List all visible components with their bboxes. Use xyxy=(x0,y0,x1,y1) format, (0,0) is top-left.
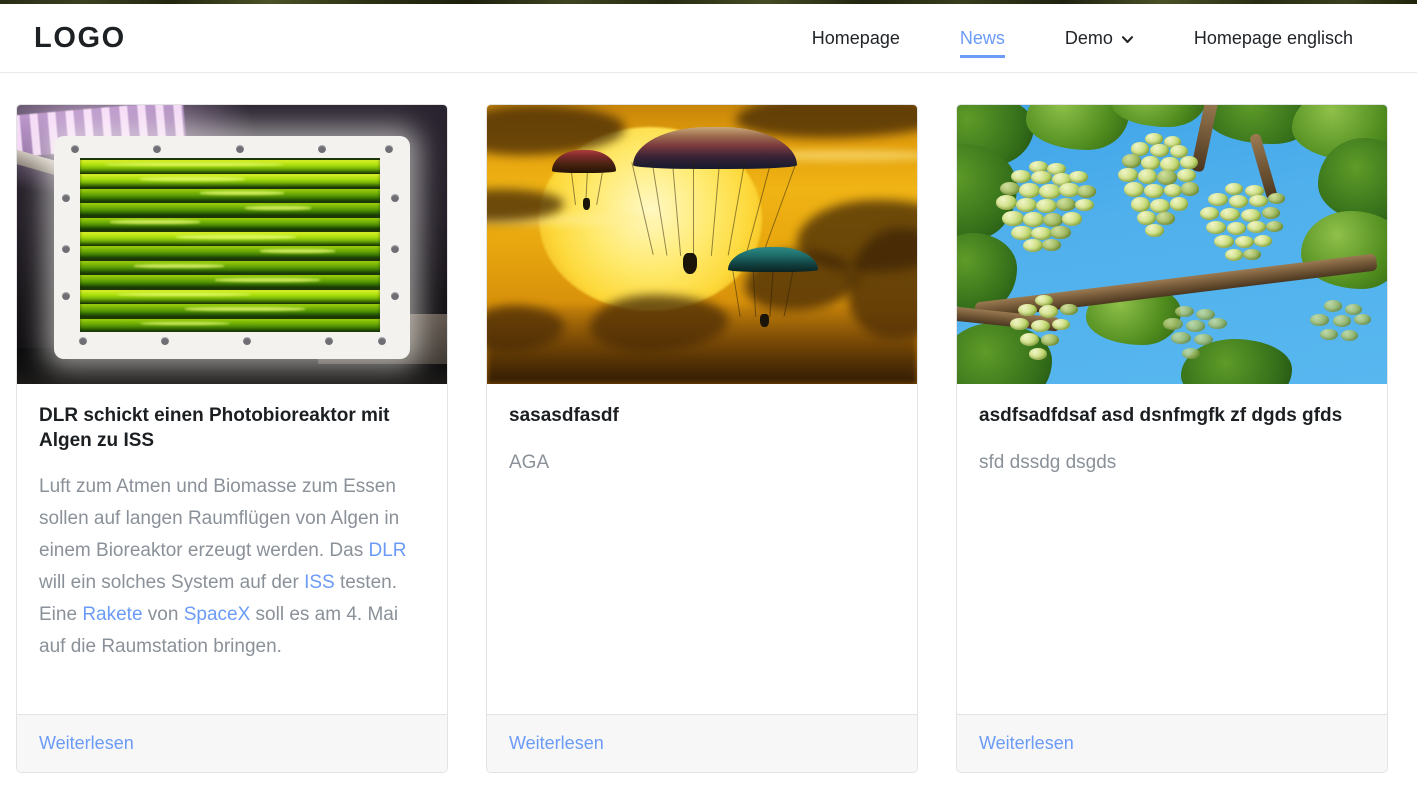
card-body: asdfsadfdsaf asd dsnfmgfk zf dgds gfds s… xyxy=(957,384,1387,714)
card-text: Luft zum Atmen und Biomasse zum Essen so… xyxy=(39,476,407,657)
nav-item-demo[interactable]: Demo xyxy=(1035,22,1164,55)
card-footer: Weiterlesen xyxy=(17,714,447,772)
paragliders-at-sunset-photo xyxy=(487,105,917,384)
active-nav-underline xyxy=(959,54,1005,58)
nav-item-news[interactable]: News xyxy=(930,22,1035,58)
nav-item-homepage-englisch[interactable]: Homepage englisch xyxy=(1164,22,1383,55)
grape-cluster xyxy=(995,160,1108,273)
inline-link[interactable]: ISS xyxy=(304,572,335,593)
nav-item-homepage[interactable]: Homepage xyxy=(782,22,930,55)
grape-cluster xyxy=(1198,183,1301,283)
scrolled-image-sliver xyxy=(0,0,1417,4)
news-card[interactable]: DLR schickt einen Photobioreaktor mit Al… xyxy=(16,104,448,773)
card-title: sasasdfasdf xyxy=(509,405,619,426)
inline-link[interactable]: DLR xyxy=(369,540,407,561)
card-body: sasasdfasdf AGA xyxy=(487,384,917,714)
cloud-ground-layer xyxy=(487,305,917,384)
main-navigation: Homepage News Demo Homepage englisch xyxy=(782,22,1383,58)
card-body: DLR schickt einen Photobioreaktor mit Al… xyxy=(17,384,447,714)
card-title: DLR schickt einen Photobioreaktor mit Al… xyxy=(39,405,390,451)
news-card[interactable]: asdfsadfdsaf asd dsnfmgfk zf dgds gfds s… xyxy=(956,104,1388,773)
read-more-link[interactable]: Weiterlesen xyxy=(509,733,604,753)
chevron-down-icon xyxy=(1121,33,1134,46)
card-title: asdfsadfdsaf asd dsnfmgfk zf dgds gfds xyxy=(979,405,1343,426)
nav-item-label: Demo xyxy=(1064,27,1113,48)
card-footer: Weiterlesen xyxy=(957,714,1387,772)
reactor-panel xyxy=(53,135,411,359)
nav-item-label: Homepage englisch xyxy=(1193,27,1353,48)
grape-cluster xyxy=(1301,300,1387,384)
card-footer: Weiterlesen xyxy=(487,714,917,772)
card-text: AGA xyxy=(509,451,550,473)
inline-link[interactable]: SpaceX xyxy=(184,604,251,625)
site-logo[interactable]: LOGO xyxy=(34,23,126,53)
grape-cluster xyxy=(1155,305,1258,384)
news-card[interactable]: sasasdfasdf AGA Weiterlesen xyxy=(486,104,918,773)
grape-cluster xyxy=(1009,294,1104,384)
inline-link[interactable]: Rakete xyxy=(82,604,142,625)
news-card-grid: DLR schickt einen Photobioreaktor mit Al… xyxy=(16,104,1401,773)
photobioreactor-with-algae-photo xyxy=(17,105,447,384)
card-text: sfd dssdg dsgds xyxy=(979,451,1117,473)
read-more-link[interactable]: Weiterlesen xyxy=(979,733,1074,753)
green-grapes-on-vine-photo xyxy=(957,105,1387,384)
algae-tube-bed xyxy=(80,158,381,333)
nav-item-label: Homepage xyxy=(811,27,900,48)
site-header: LOGO Homepage News Demo Homepage englisc… xyxy=(0,4,1417,73)
read-more-link[interactable]: Weiterlesen xyxy=(39,733,134,753)
news-card-area: DLR schickt einen Photobioreaktor mit Al… xyxy=(0,73,1417,792)
nav-item-label: News xyxy=(959,27,1005,48)
